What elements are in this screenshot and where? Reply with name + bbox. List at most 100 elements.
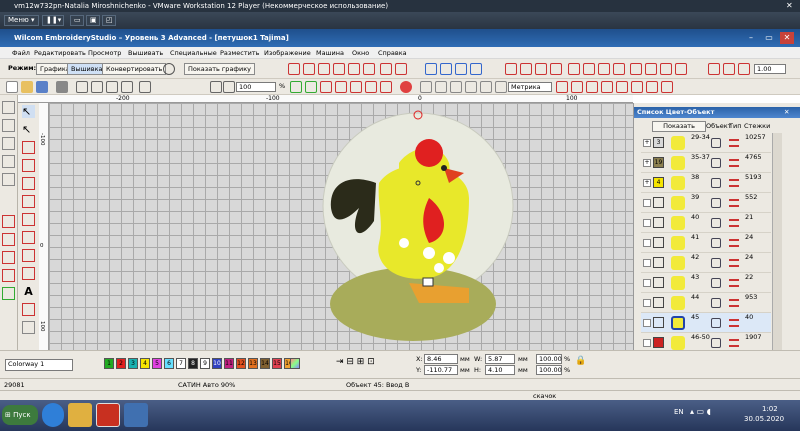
effect-icon-6[interactable] [583,63,595,75]
left-tool-2-icon[interactable] [2,119,15,132]
panel-row[interactable]: 42 24 [641,253,771,273]
reshape-pointer-icon[interactable]: ↖ [22,123,35,136]
effect-icon-3[interactable] [535,63,547,75]
effect-icon-12[interactable] [675,63,687,75]
zoom-out-icon[interactable] [223,81,235,93]
menu-view[interactable]: Просмотр [88,48,121,58]
vm-unity-icon[interactable]: ◰ [102,15,116,26]
effect-icon-4[interactable] [550,63,562,75]
draw-tool-1-icon[interactable] [22,141,35,154]
left-tool-7-icon[interactable] [2,233,15,246]
clone-icon[interactable] [121,81,133,93]
expand-toggle-icon[interactable] [643,339,651,347]
color-swatch-button[interactable]: 7 [176,358,186,369]
tool-icon-6[interactable] [631,81,643,93]
color-swatch-button[interactable]: 8 [188,358,198,369]
paste-icon[interactable] [106,81,118,93]
new-file-icon[interactable] [6,81,18,93]
vm-close-icon[interactable]: ✕ [786,1,793,10]
color-swatch-button[interactable]: 13 [248,358,258,369]
effect-icon-11[interactable] [660,63,672,75]
expand-toggle-icon[interactable] [643,259,651,267]
show-graphic-button[interactable]: Показать графику [184,63,255,75]
expand-toggle-icon[interactable] [643,279,651,287]
draw-tool-7-icon[interactable] [22,249,35,262]
panel-show-button[interactable]: Показать [652,121,706,132]
color-swatch[interactable]: 4 [653,177,664,188]
menu-special[interactable]: Специальные [170,48,217,58]
panel-row[interactable]: + 19 35-37 4765 [641,153,771,173]
vm-menu-button[interactable]: Меню ▾ [4,15,39,26]
tool-icon-3[interactable] [586,81,598,93]
stitch-icon-5[interactable] [348,63,360,75]
color-swatch[interactable] [653,297,664,308]
color-swatch-button[interactable]: 3 [128,358,138,369]
expand-toggle-icon[interactable] [643,219,651,227]
close-button[interactable]: ✕ [780,32,794,44]
zoom-input[interactable]: 100 [236,82,276,92]
menu-edit[interactable]: Редактировать [34,48,86,58]
left-tool-9-icon[interactable] [2,269,15,282]
view-icon-5[interactable] [350,81,362,93]
stitch-icon-4[interactable] [333,63,345,75]
view-icon-1[interactable] [290,81,302,93]
minimize-button[interactable]: – [744,32,758,44]
view-icon-3[interactable] [320,81,332,93]
menu-file[interactable]: Файл [12,48,30,58]
lettering-tool-icon[interactable]: A [22,285,35,298]
view-icon-11[interactable] [465,81,477,93]
scale-input[interactable]: 1.00 [754,64,786,74]
panel-row[interactable]: 41 24 [641,233,771,253]
color-swatch-button[interactable]: 15 [272,358,282,369]
expand-toggle-icon[interactable] [643,199,651,207]
print-icon[interactable] [56,81,68,93]
color-swatch-button[interactable]: 10 [212,358,222,369]
color-swatch-button[interactable]: 14 [260,358,270,369]
expand-toggle-icon[interactable]: + [643,159,651,167]
expand-toggle-icon[interactable] [643,319,651,327]
colorway-select[interactable]: Colorway 1 [5,359,73,371]
view-icon-4[interactable] [335,81,347,93]
effect-icon-7[interactable] [598,63,610,75]
effect-icon-10[interactable] [645,63,657,75]
stitch-icon-1[interactable] [288,63,300,75]
color-swatch[interactable] [653,197,664,208]
vm-fullscreen-icon[interactable]: ▣ [86,15,100,26]
panel-row[interactable]: 40 21 [641,213,771,233]
draw-tool-8-icon[interactable] [22,267,35,280]
expand-toggle-icon[interactable]: + [643,139,651,147]
scale-icon-1[interactable] [708,63,720,75]
panel-close-icon[interactable]: ✕ [784,107,789,118]
align-icon-1[interactable] [425,63,437,75]
color-swatch-button[interactable]: 6 [164,358,174,369]
w-input[interactable]: 5.87 [485,354,515,364]
menu-help[interactable]: Справка [378,48,407,58]
panel-row[interactable]: 43 22 [641,273,771,293]
effect-icon-1[interactable] [505,63,517,75]
panel-scrollbar[interactable] [772,133,782,350]
expand-toggle-icon[interactable] [643,299,651,307]
tray-icons[interactable]: ▴ ▭ ◖ [690,407,711,416]
start-button[interactable]: ⊞ Пуск [2,405,38,425]
align-icon-2[interactable] [440,63,452,75]
tool-icon-5[interactable] [616,81,628,93]
view-icon-13[interactable] [495,81,507,93]
effect-icon-8[interactable] [613,63,625,75]
mode-embroidery-button[interactable]: Вышивка [67,63,107,75]
color-swatch[interactable] [653,217,664,228]
view-icon-2[interactable] [305,81,317,93]
color-swatch[interactable]: 19 [653,157,664,168]
color-swatch[interactable] [653,277,664,288]
open-folder-icon[interactable] [21,81,33,93]
view-icon-6[interactable] [365,81,377,93]
color-swatch[interactable] [653,257,664,268]
h-percent-input[interactable]: 100.00 [536,365,562,375]
stitch-icon-2[interactable] [303,63,315,75]
menu-image[interactable]: Изображение [264,48,311,58]
globe-icon[interactable] [163,63,175,75]
draw-tool-9-icon[interactable] [22,303,35,316]
effect-icon-2[interactable] [520,63,532,75]
zoom-in-icon[interactable] [210,81,222,93]
red-ball-icon[interactable] [400,81,412,93]
tool-icon-2[interactable] [571,81,583,93]
